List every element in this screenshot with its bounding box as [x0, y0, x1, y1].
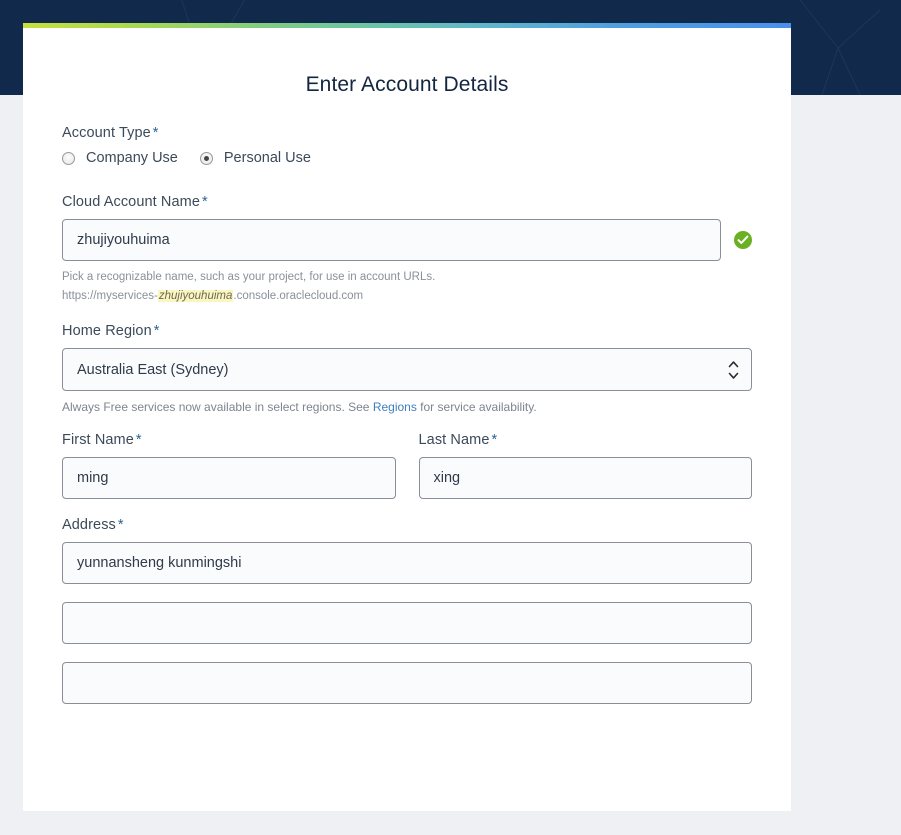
- required-asterisk: *: [153, 323, 160, 340]
- home-region-helper-prefix: Always Free services now available in se…: [62, 400, 373, 415]
- page-title: Enter Account Details: [305, 73, 509, 96]
- field-name-row: First Name* Last Name*: [62, 432, 753, 500]
- required-asterisk: *: [491, 432, 498, 449]
- address-label-text: Address: [62, 517, 116, 534]
- first-name-input[interactable]: [62, 457, 396, 500]
- field-address: Address *: [62, 517, 752, 585]
- address-line3-input[interactable]: [62, 662, 752, 705]
- radio-company-use-label: Company Use: [86, 150, 178, 166]
- address-line2-input[interactable]: [62, 602, 752, 645]
- field-home-region: Home Region * Australia East (Sydney) Alw…: [62, 323, 752, 414]
- cloud-account-name-label-text: Cloud Account Name: [62, 194, 201, 210]
- first-name-label-text: First Name: [62, 432, 134, 449]
- radio-personal-use-icon[interactable]: [199, 151, 213, 165]
- field-account-type: Account Type * Company Use Personal Use: [62, 125, 752, 166]
- account-type-label-text: Account Type: [62, 125, 151, 141]
- cloud-account-name-helper: Pick a recognizable name, such as your p…: [62, 268, 752, 305]
- last-name-input[interactable]: [418, 457, 752, 500]
- cloud-account-name-url-preview: https://myservices-zhujiyouhuima.console…: [62, 287, 752, 306]
- field-cloud-account-name: Cloud Account Name* Pick a recognizable …: [62, 194, 752, 305]
- url-prefix: https://myservices-: [62, 289, 158, 302]
- account-type-radio-group: Company Use Personal Use: [62, 150, 752, 166]
- cloud-account-name-input[interactable]: [62, 219, 721, 261]
- address-line1-input[interactable]: [62, 542, 752, 585]
- last-name-label: Last Name *: [419, 432, 753, 448]
- field-first-name: First Name *: [62, 432, 396, 500]
- address-label: Address *: [62, 517, 752, 533]
- home-region-label-text: Home Region: [62, 323, 152, 340]
- required-asterisk: *: [135, 432, 142, 449]
- url-suffix: .console.oraclecloud.com: [233, 289, 364, 302]
- home-region-helper: Always Free services now available in se…: [62, 400, 752, 414]
- account-type-label: Account Type *: [62, 125, 752, 141]
- required-asterisk: *: [152, 125, 159, 141]
- home-region-select-wrap: Australia East (Sydney): [62, 348, 752, 392]
- cloud-account-name-row: [62, 219, 752, 261]
- field-address-line2: [62, 602, 752, 645]
- url-highlighted-name: zhujiyouhuima: [157, 289, 234, 302]
- first-name-label: First Name *: [62, 432, 396, 448]
- required-asterisk: *: [202, 194, 208, 210]
- cloud-account-name-label: Cloud Account Name *: [62, 194, 752, 210]
- home-region-select[interactable]: Australia East (Sydney): [62, 348, 752, 392]
- last-name-label-text: Last Name: [418, 432, 490, 449]
- field-last-name: Last Name *: [418, 432, 753, 500]
- field-address-line3: [62, 662, 752, 705]
- check-circle-icon: [734, 231, 752, 249]
- radio-option-personal-use[interactable]: Personal Use: [199, 150, 311, 166]
- home-region-helper-suffix: for service availability.: [416, 400, 537, 415]
- home-region-label: Home Region *: [62, 323, 752, 339]
- radio-personal-use-label: Personal Use: [223, 150, 311, 166]
- required-asterisk: *: [117, 517, 124, 534]
- account-details-card: Enter Account Details Account Type * Comp…: [23, 23, 791, 811]
- radio-company-use-icon[interactable]: [62, 151, 75, 165]
- cloud-account-name-helper-line1: Pick a recognizable name, such as your p…: [62, 271, 436, 283]
- radio-option-company-use[interactable]: Company Use: [62, 150, 178, 166]
- regions-link[interactable]: Regions: [373, 400, 417, 414]
